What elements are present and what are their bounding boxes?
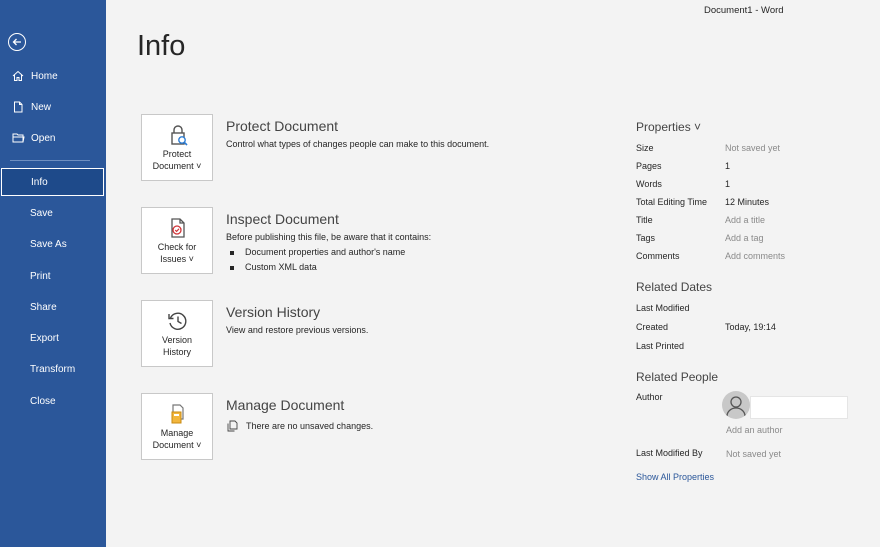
properties-dropdown[interactable]: Properties ˅	[636, 120, 701, 134]
inspect-button-line1: Check for	[157, 242, 197, 252]
prop-label-tags: Tags	[636, 233, 656, 243]
title-field[interactable]: Add a title	[725, 215, 765, 225]
manage-document-desc: There are no unsaved changes.	[246, 421, 374, 431]
nav-info-label: Info	[31, 176, 48, 188]
nav-export-label: Export	[30, 332, 59, 344]
history-clock-icon	[168, 312, 187, 330]
nav-open[interactable]: Open	[0, 124, 106, 152]
prop-label-title: Title	[636, 215, 653, 225]
prop-label-size: Size	[636, 143, 654, 153]
backstage-sidebar: Home New Open Info Save Save As Print Sh…	[0, 0, 106, 547]
nav-save-label: Save	[30, 207, 53, 219]
inspect-button-line2: Issues ˅	[160, 254, 194, 264]
person-icon	[726, 396, 746, 417]
nav-transform-label: Transform	[30, 363, 76, 375]
document-copy-icon	[227, 420, 238, 432]
manage-document-icon	[171, 404, 184, 424]
nav-home-label: Home	[31, 70, 58, 82]
version-button-line2: History	[162, 347, 191, 357]
date-label-last-modified: Last Modified	[636, 303, 690, 313]
tags-field[interactable]: Add a tag	[725, 233, 764, 243]
last-modified-by-value: Not saved yet	[726, 449, 782, 459]
prop-value-words: 1	[725, 179, 731, 189]
prop-label-editing-time: Total Editing Time	[636, 197, 708, 207]
protect-button-line1: Protect	[162, 149, 192, 159]
nav-share-label: Share	[30, 301, 57, 313]
date-value-created: Today, 19:14	[725, 322, 776, 332]
protect-document-desc: Control what types of changes people can…	[226, 139, 490, 149]
nav-transform[interactable]: Transform	[0, 355, 106, 383]
inspect-bullet: Document properties and author's name	[230, 247, 405, 257]
nav-export[interactable]: Export	[0, 324, 106, 352]
nav-save[interactable]: Save	[0, 199, 106, 227]
add-author-link[interactable]: Add an author	[726, 425, 783, 435]
nav-print[interactable]: Print	[0, 262, 106, 290]
nav-home[interactable]: Home	[0, 62, 106, 90]
inspect-bullet: Custom XML data	[230, 262, 317, 272]
version-history-title: Version History	[226, 304, 321, 320]
window-title: Document1 - Word	[704, 5, 784, 16]
page-title: Info	[137, 30, 186, 62]
nav-new[interactable]: New	[0, 93, 106, 121]
document-check-icon	[171, 218, 185, 238]
home-icon	[11, 70, 25, 82]
inspect-bullet-text: Document properties and author's name	[245, 247, 406, 257]
prop-label-words: Words	[636, 179, 662, 189]
avatar	[722, 391, 750, 419]
version-history-button[interactable]: Version History	[141, 300, 213, 367]
related-dates-heading: Related Dates	[636, 280, 713, 294]
inspect-bullet-text: Custom XML data	[245, 262, 317, 272]
protect-document-button[interactable]: Protect Document ˅	[141, 114, 213, 181]
nav-save-as-label: Save As	[30, 238, 67, 250]
manage-button-line1: Manage	[160, 428, 194, 438]
protect-button-line2: Document ˅	[152, 161, 202, 171]
date-label-created: Created	[636, 322, 669, 332]
check-for-issues-button[interactable]: Check for Issues ˅	[141, 207, 213, 274]
prop-label-pages: Pages	[636, 161, 662, 171]
prop-value-size: Not saved yet	[725, 143, 781, 153]
new-document-icon	[11, 101, 25, 113]
author-label: Author	[636, 392, 663, 402]
show-all-properties-link[interactable]: Show All Properties	[636, 472, 714, 482]
manage-button-line2: Document ˅	[152, 440, 202, 450]
prop-label-comments: Comments	[636, 251, 680, 261]
nav-save-as[interactable]: Save As	[0, 230, 106, 258]
nav-close-label: Close	[30, 395, 56, 407]
version-button-line1: Version	[161, 335, 193, 345]
nav-info[interactable]: Info	[1, 168, 104, 196]
manage-document-button[interactable]: Manage Document ˅	[141, 393, 213, 460]
date-label-last-printed: Last Printed	[636, 341, 685, 351]
protect-document-title: Protect Document	[226, 118, 339, 134]
inspect-document-desc: Before publishing this file, be aware th…	[226, 232, 432, 242]
nav-open-label: Open	[31, 132, 56, 144]
manage-document-title: Manage Document	[226, 397, 345, 413]
related-people-heading: Related People	[636, 370, 719, 384]
back-button[interactable]	[8, 33, 26, 51]
comments-field[interactable]: Add comments	[725, 251, 785, 261]
folder-icon	[11, 132, 25, 144]
last-modified-by-label: Last Modified By	[636, 448, 703, 458]
prop-value-editing-time: 12 Minutes	[725, 197, 770, 207]
nav-share[interactable]: Share	[0, 293, 106, 321]
inspect-document-title: Inspect Document	[226, 211, 339, 227]
back-arrow-icon	[12, 38, 21, 46]
lock-search-icon	[171, 125, 188, 146]
version-history-desc: View and restore previous versions.	[226, 325, 369, 335]
nav-divider	[10, 160, 90, 161]
author-name-field[interactable]	[750, 396, 848, 419]
nav-print-label: Print	[30, 270, 51, 282]
nav-new-label: New	[31, 101, 52, 113]
prop-value-pages: 1	[725, 161, 731, 171]
nav-close[interactable]: Close	[0, 387, 106, 415]
